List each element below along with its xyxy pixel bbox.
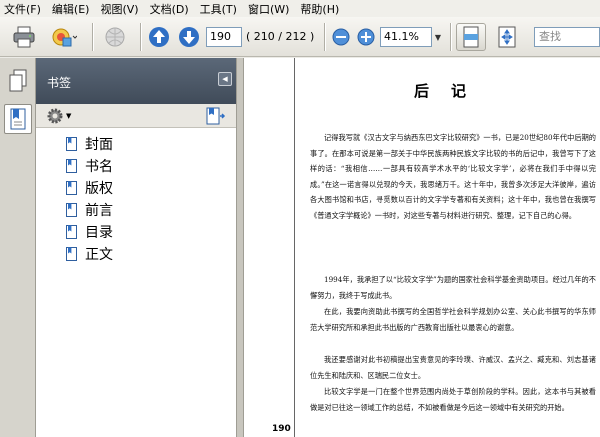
email-button[interactable] — [44, 23, 84, 51]
bookmark-item-cover[interactable]: 封面 — [66, 134, 113, 154]
navigation-rail — [0, 58, 36, 437]
zoom-out-button[interactable] — [330, 23, 352, 51]
bookmarks-panel-button[interactable] — [4, 104, 32, 134]
menu-view[interactable]: 视图(V) — [100, 1, 138, 17]
fit-page-button[interactable] — [492, 23, 522, 51]
bookmark-page-icon — [66, 225, 77, 239]
expand-bookmark-button[interactable] — [206, 107, 226, 128]
page-number: 190 — [272, 424, 291, 434]
globe-icon — [105, 27, 125, 47]
pages-panel-button[interactable] — [4, 66, 32, 96]
email-icon — [52, 28, 77, 47]
options-button[interactable]: ▼ — [46, 107, 71, 125]
pages-icon — [9, 69, 27, 92]
bookmarks-icon — [10, 108, 26, 130]
bookmark-item-body[interactable]: 正文 — [66, 244, 113, 264]
panel-splitter[interactable] — [236, 58, 244, 437]
printer-icon — [13, 26, 35, 48]
document-view[interactable]: 后记 记得我写就《汉古文字与纳西东巴文字比较研究》一书，已是20世纪80年代中后… — [244, 58, 600, 437]
print-button[interactable] — [8, 23, 40, 51]
menu-help[interactable]: 帮助(H) — [300, 1, 339, 17]
bookmarks-panel-header: 书签 ◀ — [36, 58, 236, 104]
menu-window[interactable]: 窗口(W) — [248, 1, 289, 17]
arrow-up-icon — [149, 27, 169, 47]
chevron-left-icon: ◀ — [222, 75, 228, 83]
expand-bookmark-icon — [206, 107, 226, 125]
previous-page-button[interactable] — [146, 23, 172, 51]
bookmark-page-icon — [66, 181, 77, 195]
fit-width-button[interactable] — [456, 23, 486, 51]
paragraph: 在此，我要向资助此书撰写的全国哲学社会科学规划办公室、关心此书撰写的华东师范大学… — [310, 307, 596, 332]
zoom-out-icon — [332, 28, 350, 46]
toolbar-separator — [450, 23, 451, 51]
fit-page-icon — [498, 26, 516, 48]
bookmark-label: 前言 — [85, 203, 113, 219]
collaborate-button[interactable] — [100, 23, 130, 51]
menu-edit[interactable]: 编辑(E) — [52, 1, 90, 17]
toolbar: 190 ( 210 / 212 ) 41.1% ▼ 查找 — [0, 17, 600, 57]
arrow-down-icon — [179, 27, 199, 47]
bookmark-item-preface[interactable]: 前言 — [66, 200, 113, 220]
bookmark-page-icon — [66, 159, 77, 173]
page-title: 后记 — [414, 82, 489, 100]
bookmarks-list: 封面 书名 版权 前言 目录 正文 — [36, 128, 236, 437]
zoom-dropdown-button[interactable]: ▼ — [432, 27, 444, 47]
search-input[interactable]: 查找 — [534, 27, 600, 47]
paragraph: 我还要感谢对此书初稿提出宝贵意见的李玲璞、许威汉、孟兴之、臧克和、刘志基诸位先生… — [310, 355, 596, 380]
page-number-input[interactable]: 190 — [206, 27, 242, 47]
paragraph: 1994年，我承担了以“比较文字学”为题的国家社会科学基金资助项目。经过几年的不… — [310, 275, 596, 300]
bookmark-label: 目录 — [85, 225, 113, 241]
bookmark-page-icon — [66, 247, 77, 261]
page-edge — [294, 58, 295, 437]
toolbar-separator — [140, 23, 141, 51]
paragraph: 比较文字学是一门在整个世界范围内尚处于草创阶段的学科。因此，这本书与其被看做是对… — [310, 387, 596, 412]
panel-title: 书签 — [47, 76, 72, 90]
chevron-down-icon: ▼ — [434, 32, 442, 42]
zoom-in-icon — [357, 28, 375, 46]
bookmark-item-contents[interactable]: 目录 — [66, 222, 113, 242]
bookmark-label: 正文 — [85, 247, 113, 263]
menu-file[interactable]: 文件(F) — [4, 1, 41, 17]
menu-bar: 文件(F) 编辑(E) 视图(V) 文档(D) 工具(T) 窗口(W) 帮助(H… — [0, 0, 600, 17]
collapse-panel-button[interactable]: ◀ — [218, 72, 232, 86]
bookmark-page-icon — [66, 203, 77, 217]
bookmark-label: 书名 — [85, 159, 113, 175]
bookmark-page-icon — [66, 137, 77, 151]
bookmark-label: 版权 — [85, 181, 113, 197]
menu-tools[interactable]: 工具(T) — [200, 1, 237, 17]
zoom-input[interactable]: 41.1% — [380, 27, 432, 47]
toolbar-separator — [324, 23, 325, 51]
next-page-button[interactable] — [176, 23, 202, 51]
toolbar-separator — [92, 23, 93, 51]
paragraph: 记得我写就《汉古文字与纳西东巴文字比较研究》一书，已是20世纪80年代中后期的事… — [310, 133, 596, 220]
fit-width-icon — [463, 26, 479, 48]
bookmark-item-title[interactable]: 书名 — [66, 156, 113, 176]
page-count: ( 210 / 212 ) — [246, 30, 315, 43]
bookmark-item-copyright[interactable]: 版权 — [66, 178, 113, 198]
gear-icon — [47, 108, 63, 124]
bookmark-label: 封面 — [85, 137, 113, 153]
menu-document[interactable]: 文档(D) — [150, 1, 189, 17]
zoom-in-button[interactable] — [355, 23, 377, 51]
bookmarks-panel-toolbar: ▼ — [36, 104, 236, 128]
chevron-down-icon: ▼ — [66, 112, 72, 120]
